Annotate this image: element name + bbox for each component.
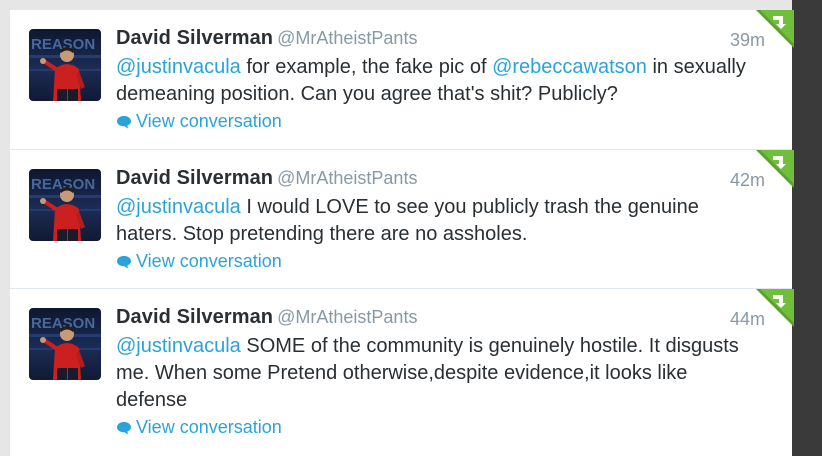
tweet-header: David Silverman @MrAtheistPants [116,27,417,50]
user-handle[interactable]: @MrAtheistPants [277,28,417,48]
mention-link[interactable]: @justinvacula [116,196,241,218]
speech-bubble-icon [117,255,131,268]
user-handle[interactable]: @MrAtheistPants [277,307,417,327]
scrollbar-gutter [792,0,822,456]
tweet-text: @justinvacula SOME of the community is g… [116,333,756,414]
avatar[interactable]: REASON [29,169,101,241]
view-conversation-label[interactable]: View conversation [136,251,282,272]
mention-link[interactable]: @rebeccawatson [492,56,647,78]
tweet-header: David Silverman @MrAtheistPants [116,306,417,329]
view-conversation-link[interactable]: View conversation [116,251,282,272]
tweet-item[interactable]: REASON David Silverman @MrAtheistPants 42… [10,150,794,289]
mention-link[interactable]: @justinvacula [116,335,241,357]
tweet-timeline: REASON David Silverman @MrAtheistPants 39… [10,10,794,456]
tweet-item[interactable]: REASON David Silverman @MrAtheistPants 39… [10,10,794,150]
view-conversation-label[interactable]: View conversation [136,111,282,132]
retweet-corner-icon[interactable] [756,150,794,188]
user-name[interactable]: David Silverman [116,167,273,189]
user-name[interactable]: David Silverman [116,27,273,49]
speech-bubble-icon [117,421,131,434]
retweet-corner-icon[interactable] [756,289,794,327]
speech-bubble-icon [117,115,131,128]
tweet-item[interactable]: REASON David Silverman @MrAtheistPants 44… [10,289,794,456]
tweet-text: @justinvacula I would LOVE to see you pu… [116,194,756,248]
mention-link[interactable]: @justinvacula [116,56,241,78]
user-name[interactable]: David Silverman [116,306,273,328]
tweet-text-part: for example, the fake pic of [240,56,493,78]
view-conversation-label[interactable]: View conversation [136,417,282,438]
retweet-corner-icon[interactable] [756,10,794,48]
view-conversation-link[interactable]: View conversation [116,111,282,132]
tweet-header: David Silverman @MrAtheistPants [116,167,417,190]
avatar[interactable]: REASON [29,29,101,101]
avatar[interactable]: REASON [29,308,101,380]
user-handle[interactable]: @MrAtheistPants [277,168,417,188]
tweet-text: @justinvacula for example, the fake pic … [116,54,756,108]
view-conversation-link[interactable]: View conversation [116,417,282,438]
